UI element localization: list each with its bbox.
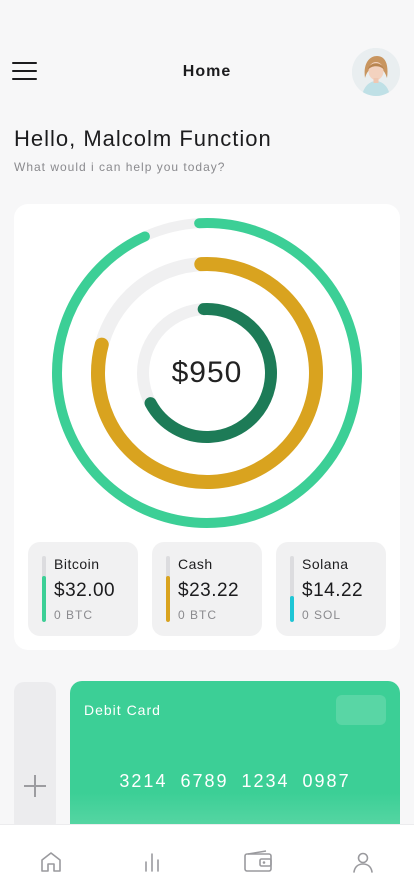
plus-icon <box>24 775 46 797</box>
asset-amount: $32.00 <box>54 580 116 601</box>
profile-icon <box>353 852 373 873</box>
nav-stats[interactable] <box>137 847 167 877</box>
asset-amount: $14.22 <box>302 580 364 601</box>
asset-amount: $23.22 <box>178 580 240 601</box>
asset-level-bar <box>166 556 170 622</box>
card-chip-icon <box>336 695 386 725</box>
asset-name: Bitcoin <box>54 556 100 572</box>
asset-card-solana[interactable]: Solana $14.22 0 SOL <box>276 542 386 636</box>
nav-home[interactable] <box>36 847 66 877</box>
debit-card-title: Debit Card <box>84 702 161 718</box>
greeting-subtitle: What would i can help you today? <box>14 160 226 174</box>
stats-icon <box>145 853 159 872</box>
bottom-nav <box>0 824 414 896</box>
asset-name: Solana <box>302 556 349 572</box>
debit-card[interactable]: Debit Card 3214 6789 1234 0987 <box>70 681 400 841</box>
header: Home <box>0 46 414 98</box>
asset-level-fill <box>166 575 170 622</box>
add-card-button[interactable] <box>14 682 56 832</box>
nav-profile[interactable] <box>348 847 378 877</box>
avatar[interactable] <box>352 48 400 96</box>
asset-card-bitcoin[interactable]: Bitcoin $32.00 0 BTC <box>28 542 138 636</box>
card-number: 3214 6789 1234 0987 <box>119 771 351 791</box>
total-balance: $950 <box>171 356 243 389</box>
asset-level-fill <box>290 595 294 622</box>
wallet-icon <box>244 850 272 872</box>
asset-level-bar <box>290 556 294 622</box>
nav-wallet[interactable] <box>243 847 273 877</box>
asset-unit: 0 SOL <box>302 608 342 622</box>
asset-list: Bitcoin $32.00 0 BTC Cash $23.22 0 BTC S… <box>28 542 386 636</box>
asset-level-fill <box>42 575 46 622</box>
balance-card: $950 Bitcoin $32.00 0 BTC Cash $23.22 0 … <box>14 204 400 650</box>
asset-unit: 0 BTC <box>54 608 94 622</box>
asset-name: Cash <box>178 556 213 572</box>
asset-card-cash[interactable]: Cash $23.22 0 BTC <box>152 542 262 636</box>
asset-level-bar <box>42 556 46 622</box>
greeting-title: Hello, Malcolm Function <box>14 126 272 151</box>
asset-unit: 0 BTC <box>178 608 218 622</box>
home-icon <box>41 852 61 872</box>
